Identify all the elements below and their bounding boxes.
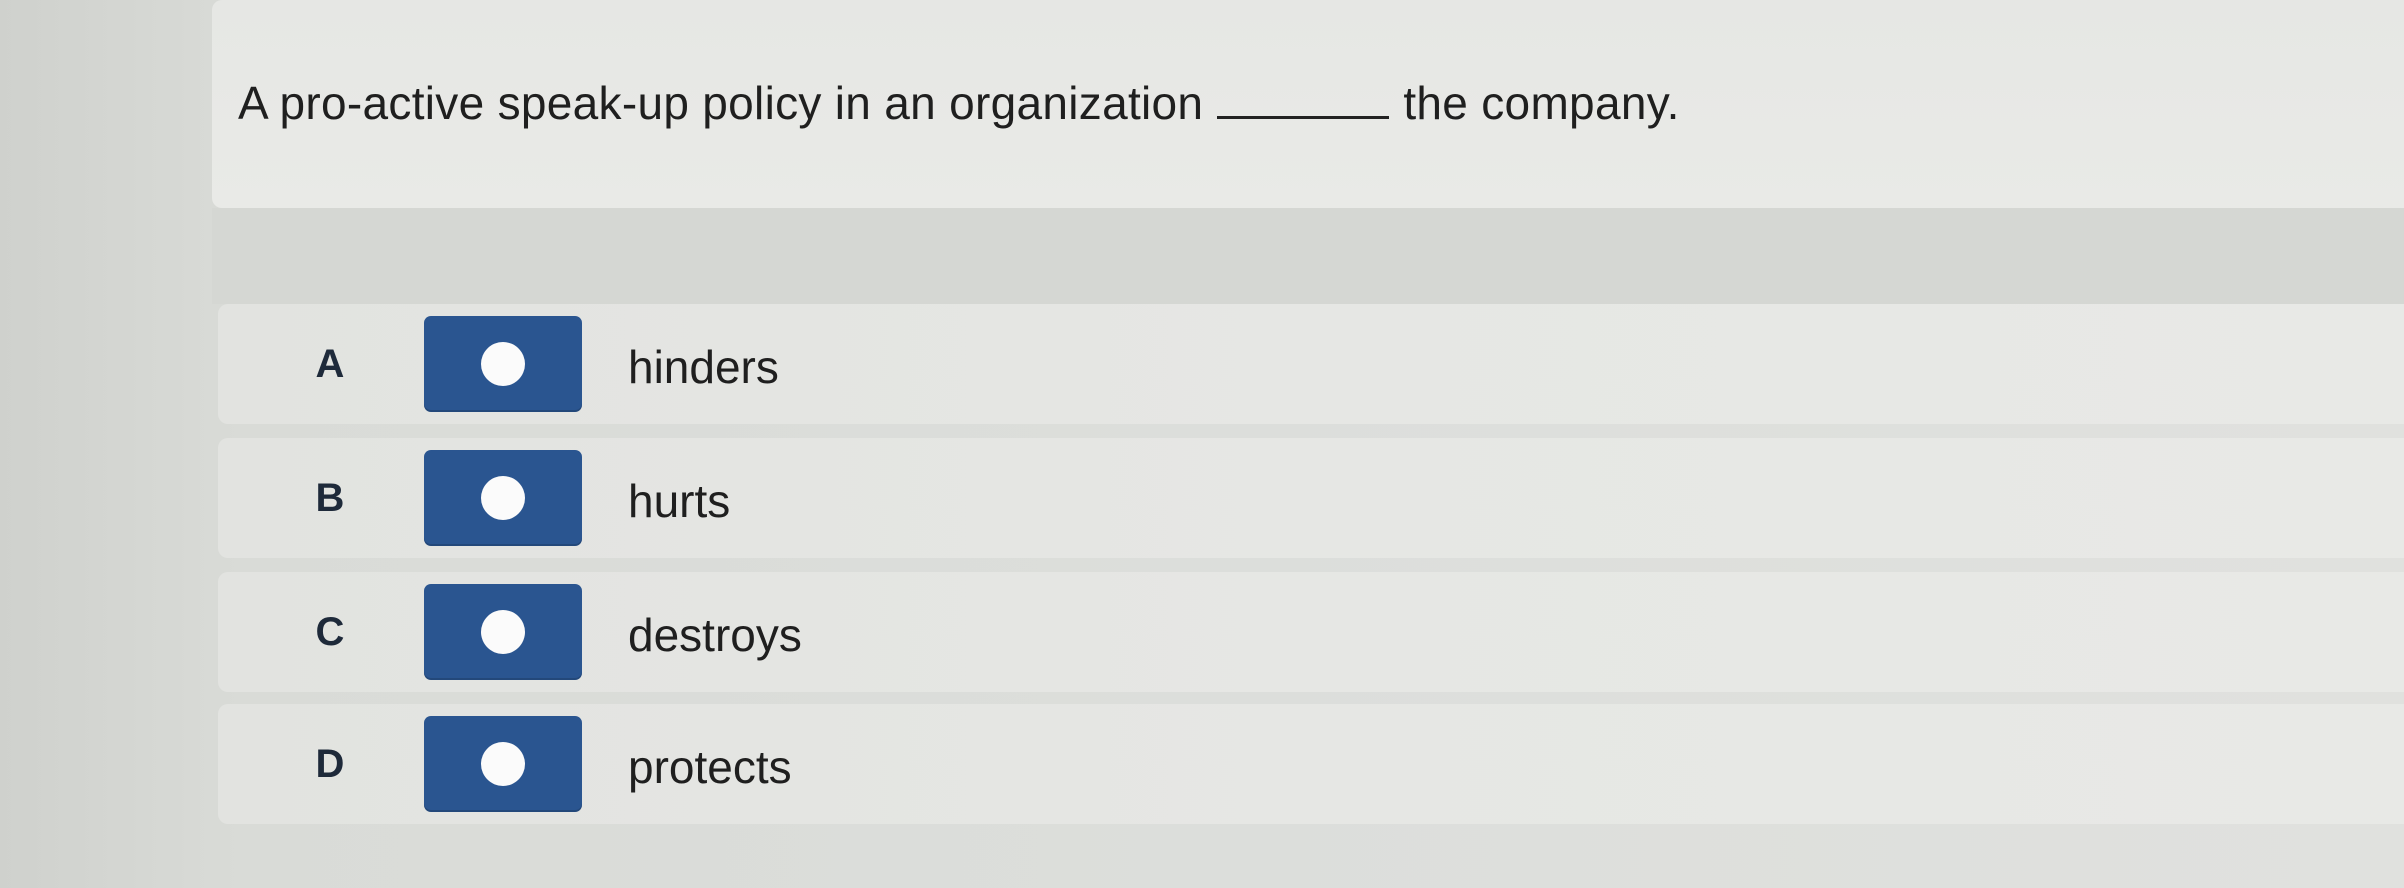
option-label[interactable]: protects xyxy=(628,740,792,794)
option-label[interactable]: destroys xyxy=(628,608,802,662)
option-label[interactable]: hinders xyxy=(628,340,779,394)
option-row-c[interactable]: C destroys xyxy=(218,572,2404,692)
option-row-d[interactable]: D protects xyxy=(218,704,2404,824)
option-letter: A xyxy=(315,342,345,386)
options-separator xyxy=(212,208,2404,304)
answer-blank xyxy=(1217,76,1390,119)
option-letter: C xyxy=(315,610,345,654)
option-label[interactable]: hurts xyxy=(628,474,730,528)
radio-button-d[interactable] xyxy=(424,716,582,812)
question-text-after-blank: the company. xyxy=(1403,77,1680,129)
question-text: A pro-active speak-up policy in an organ… xyxy=(238,76,1680,130)
radio-dot-icon xyxy=(481,610,525,654)
radio-dot-icon xyxy=(481,742,525,786)
question-text-before-blank: A pro-active speak-up policy in an organ… xyxy=(238,77,1204,129)
radio-button-c[interactable] xyxy=(424,584,582,680)
radio-button-b[interactable] xyxy=(424,450,582,546)
radio-dot-icon xyxy=(481,476,525,520)
radio-button-a[interactable] xyxy=(424,316,582,412)
radio-dot-icon xyxy=(481,342,525,386)
option-row-a[interactable]: A hinders xyxy=(218,304,2404,424)
option-letter: D xyxy=(315,742,345,786)
option-row-b[interactable]: B hurts xyxy=(218,438,2404,558)
option-letter: B xyxy=(315,476,345,520)
